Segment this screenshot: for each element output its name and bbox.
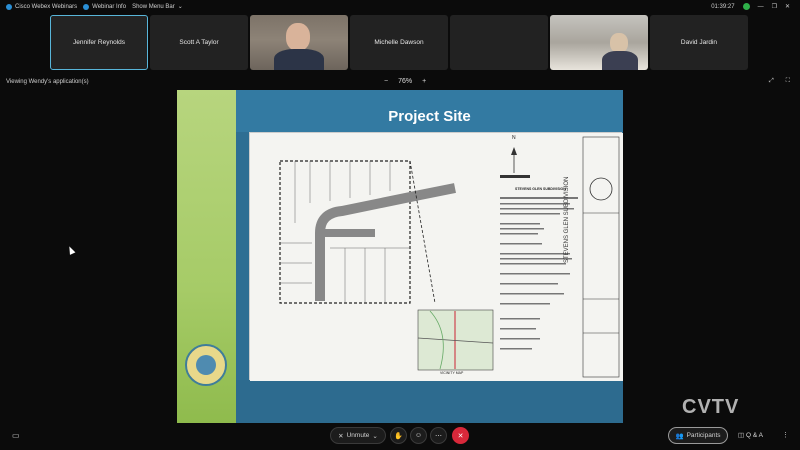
participant-video-tile[interactable] (550, 15, 648, 70)
webinar-info-button[interactable]: Webinar Info (83, 3, 127, 10)
participant-video-body (602, 51, 638, 70)
meeting-controls: ▭ ✕ Unmute ⌄ ✋ ☺ ⋯ ✕ 👥 Participants ◫ Q … (0, 427, 800, 447)
participants-button[interactable]: 👥 Participants (668, 427, 728, 444)
app-name: Cisco Webex Webinars (15, 3, 78, 10)
zoom-out-button[interactable]: − (384, 78, 388, 85)
participant-strip: Jennifer Reynolds Scott A Taylor Michell… (50, 15, 748, 70)
zoom-level: 76% (398, 78, 413, 85)
app-title[interactable]: Cisco Webex Webinars (6, 3, 78, 10)
participant-tile-jennifer-reynolds[interactable]: Jennifer Reynolds (50, 15, 148, 70)
info-icon (83, 3, 90, 10)
qa-label: Q & A (745, 432, 763, 439)
webinar-info-label: Webinar Info (92, 3, 127, 10)
north-arrow-label: N (512, 135, 516, 141)
more-options-button[interactable]: ⋯ (430, 427, 447, 444)
participant-tile-scott-a-taylor[interactable]: Scott A Taylor (150, 15, 248, 70)
raise-hand-button[interactable]: ✋ (390, 427, 407, 444)
zoom-controls: − 76% + (384, 78, 426, 85)
shared-slide: Project Site STEVENS GLEN SUBDIVISION ST… (177, 90, 623, 423)
participant-video-person (286, 23, 310, 51)
subdivision-label: STEVENS GLEN SUBDIVISION (515, 187, 566, 191)
show-menu-bar-button[interactable]: Show Menu Bar ⌄ (132, 3, 183, 11)
chevron-down-icon: ⌄ (177, 4, 183, 10)
reactions-button[interactable]: ☺ (410, 427, 427, 444)
restore-icon[interactable]: ❐ (772, 3, 777, 10)
pop-out-icon[interactable]: ⤢ (769, 78, 774, 85)
participant-video-tile[interactable] (250, 15, 348, 70)
participant-video-body (274, 49, 324, 70)
county-seal-inner (196, 355, 216, 375)
show-menu-label: Show Menu Bar (132, 3, 175, 10)
participant-tile-david-jardin[interactable]: David Jardin (650, 15, 748, 70)
more-icon[interactable]: ⋮ (782, 431, 789, 439)
window-topbar: Cisco Webex Webinars Webinar Info Show M… (0, 0, 800, 13)
participant-name: Scott A Taylor (179, 39, 219, 46)
slide-bottom-band (236, 380, 623, 423)
microphone-muted-icon: ✕ (338, 432, 344, 440)
site-plan-drawing: STEVENS GLEN SUBDIVISION STEVENS GLEN SU… (249, 132, 623, 381)
participant-video-person (610, 33, 628, 53)
meeting-time: 01:39:27 (711, 3, 735, 10)
minimize-icon[interactable]: — (758, 4, 764, 10)
participants-label: Participants (686, 432, 721, 439)
participant-name: David Jardin (680, 39, 718, 46)
fullscreen-icon[interactable]: ⛶ (786, 78, 790, 85)
unmute-label: Unmute (346, 432, 370, 439)
participant-name: Jennifer Reynolds (72, 39, 126, 46)
county-seal-logo (185, 344, 227, 386)
webex-logo-icon (6, 3, 12, 10)
zoom-in-button[interactable]: + (422, 78, 426, 85)
close-icon[interactable]: ✕ (785, 3, 790, 10)
chevron-down-icon: ⌄ (372, 432, 378, 440)
participant-tile-michelle-dawson[interactable]: Michelle Dawson (350, 15, 448, 70)
vicinity-map-label: VICINITY MAP (440, 371, 464, 375)
people-icon: 👥 (675, 432, 684, 440)
mouse-cursor-icon (66, 245, 76, 255)
qa-button[interactable]: ◫ Q & A (738, 431, 763, 439)
share-toolbar: Viewing Wendy's application(s) − 76% + ⤢… (0, 77, 800, 89)
slide-title: Project Site (388, 108, 471, 125)
chat-icon[interactable]: ▭ (12, 431, 20, 440)
participant-name: Michelle Dawson (374, 39, 424, 46)
side-title-label: STEVENS GLEN SUBDIVISION (564, 176, 570, 263)
participant-tile-empty[interactable] (450, 15, 548, 70)
qa-icon: ◫ (738, 432, 746, 439)
unmute-button[interactable]: ✕ Unmute ⌄ (330, 427, 386, 444)
cvtv-watermark: CVTV (682, 396, 740, 418)
security-shield-icon (742, 3, 750, 10)
share-label: Viewing Wendy's application(s) (6, 79, 89, 85)
leave-meeting-button[interactable]: ✕ (452, 427, 469, 444)
